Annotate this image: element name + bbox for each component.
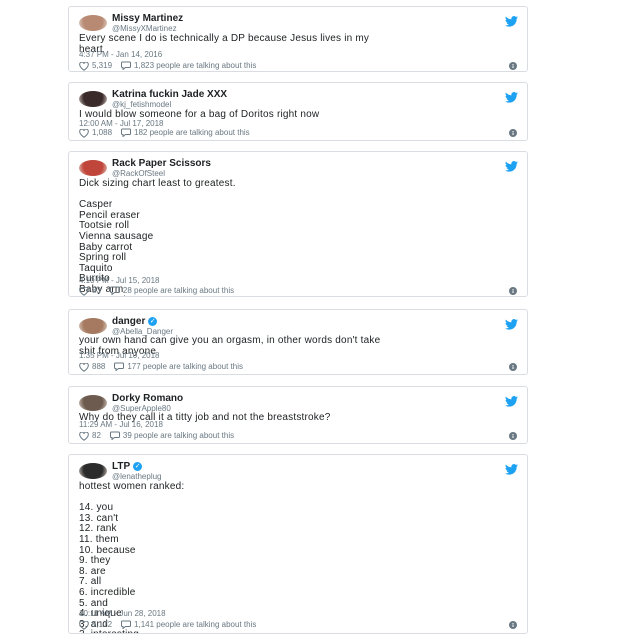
conversation-link[interactable]: 1,823 people are talking about this [121, 61, 256, 71]
twitter-bird-icon[interactable] [505, 462, 518, 475]
info-icon[interactable] [509, 62, 517, 70]
tweet-card[interactable]: Rack Paper Scissors @RackOfSteel Dick sizi… [68, 151, 528, 297]
tweet-timestamp[interactable]: 11:29 AM - Jul 16, 2018 [79, 420, 163, 429]
twitter-bird-icon[interactable] [505, 317, 518, 330]
talking-count[interactable]: 177 people are talking about this [127, 362, 243, 371]
tweet-card[interactable]: Katrina fuckin Jade XXX @kj_fetishmodel I … [68, 82, 528, 141]
user-handle[interactable]: @kj_fetishmodel [112, 100, 171, 109]
display-name-text[interactable]: Rack Paper Scissors [112, 158, 211, 169]
talking-count[interactable]: 28 people are talking about this [123, 286, 234, 295]
talking-count[interactable]: 39 people are talking about this [123, 431, 234, 440]
avatar[interactable] [79, 318, 107, 334]
user-handle[interactable]: @RackOfSteel [112, 169, 165, 178]
verified-badge-icon: ✓ [148, 317, 158, 326]
heart-icon[interactable] [79, 431, 89, 441]
twitter-bird-icon[interactable] [505, 159, 518, 172]
info-icon[interactable] [509, 432, 517, 440]
avatar[interactable] [79, 395, 107, 411]
display-name-text[interactable]: Katrina fuckin Jade XXX [112, 89, 227, 100]
speech-bubble-icon [121, 61, 132, 71]
user-handle[interactable]: @lenatheplug [112, 472, 162, 481]
display-name-text[interactable]: Missy Martinez [112, 13, 183, 24]
display-name-text[interactable]: LTP [112, 461, 130, 472]
heart-icon[interactable] [79, 362, 89, 372]
conversation-link[interactable]: 177 people are talking about this [114, 362, 243, 372]
tweet-actions: 5,319 1,823 people are talking about this [79, 61, 517, 71]
tweet-timestamp[interactable]: 1:35 PM - Jul 10, 2018 [79, 351, 160, 360]
tweet-timestamp[interactable]: 12:00 AM - Jul 17, 2018 [79, 119, 164, 128]
tweet-actions: 888 177 people are talking about this [79, 362, 517, 372]
tweet-timestamp[interactable]: 4:10 PM - Jul 15, 2018 [79, 276, 160, 285]
avatar[interactable] [79, 160, 107, 176]
like-count[interactable]: 5,172 [92, 620, 112, 629]
conversation-link[interactable]: 28 people are talking about this [109, 286, 234, 296]
tweet-timestamp[interactable]: 10:11 AM - Jun 28, 2018 [79, 609, 166, 618]
speech-bubble-icon [109, 431, 120, 441]
like-count[interactable]: 83 [92, 286, 101, 295]
talking-count[interactable]: 1,823 people are talking about this [134, 61, 256, 70]
like-count[interactable]: 82 [92, 431, 101, 440]
speech-bubble-icon [121, 620, 132, 630]
avatar[interactable] [79, 463, 107, 479]
info-icon[interactable] [509, 621, 517, 629]
display-name[interactable]: danger ✓ [112, 316, 158, 327]
tweet-actions: 5,172 1,141 people are talking about this [79, 620, 517, 630]
tweet-actions: 1,088 182 people are talking about this [79, 128, 517, 138]
tweet-card[interactable]: Dorky Romano @SuperApple80 Why do they cal… [68, 386, 528, 444]
tweet-actions: 82 39 people are talking about this [79, 431, 517, 441]
conversation-link[interactable]: 182 people are talking about this [121, 128, 250, 138]
user-handle[interactable]: @MissyXMartinez [112, 24, 177, 33]
tweet-actions: 83 28 people are talking about this [79, 286, 517, 296]
avatar[interactable] [79, 15, 107, 31]
like-count[interactable]: 1,088 [92, 128, 112, 137]
verified-badge-icon: ✓ [133, 462, 143, 471]
talking-count[interactable]: 182 people are talking about this [134, 128, 250, 137]
tweet-card[interactable]: Missy Martinez @MissyXMartinez Every scene… [68, 6, 528, 72]
heart-icon[interactable] [79, 286, 89, 296]
like-count[interactable]: 888 [92, 362, 105, 371]
display-name[interactable]: Missy Martinez [112, 13, 183, 24]
info-icon[interactable] [509, 363, 517, 371]
display-name[interactable]: LTP ✓ [112, 461, 143, 472]
talking-count[interactable]: 1,141 people are talking about this [134, 620, 256, 629]
speech-bubble-icon [114, 362, 125, 372]
twitter-bird-icon[interactable] [505, 394, 518, 407]
tweet-timestamp[interactable]: 4:37 PM - Jan 14, 2016 [79, 50, 162, 59]
avatar[interactable] [79, 91, 107, 107]
twitter-bird-icon[interactable] [505, 90, 518, 103]
speech-bubble-icon [121, 128, 132, 138]
twitter-bird-icon[interactable] [505, 14, 518, 27]
heart-icon[interactable] [79, 61, 89, 71]
conversation-link[interactable]: 1,141 people are talking about this [121, 620, 256, 630]
tweet-card[interactable]: danger ✓ @Abella_Danger your own hand can g… [68, 309, 528, 375]
conversation-link[interactable]: 39 people are talking about this [109, 431, 234, 441]
heart-icon[interactable] [79, 128, 89, 138]
speech-bubble-icon [109, 286, 120, 296]
info-icon[interactable] [509, 287, 517, 295]
tweet-card[interactable]: LTP ✓ @lenatheplug hottest women ranked: 14… [68, 454, 528, 634]
like-count[interactable]: 5,319 [92, 61, 112, 70]
info-icon[interactable] [509, 129, 517, 137]
display-name[interactable]: Katrina fuckin Jade XXX [112, 89, 227, 100]
heart-icon[interactable] [79, 620, 89, 630]
tweet-feed: Missy Martinez @MissyXMartinez Every scene… [0, 0, 640, 640]
display-name-text[interactable]: danger [112, 316, 145, 327]
display-name[interactable]: Dorky Romano [112, 393, 183, 404]
display-name-text[interactable]: Dorky Romano [112, 393, 183, 404]
display-name[interactable]: Rack Paper Scissors [112, 158, 211, 169]
